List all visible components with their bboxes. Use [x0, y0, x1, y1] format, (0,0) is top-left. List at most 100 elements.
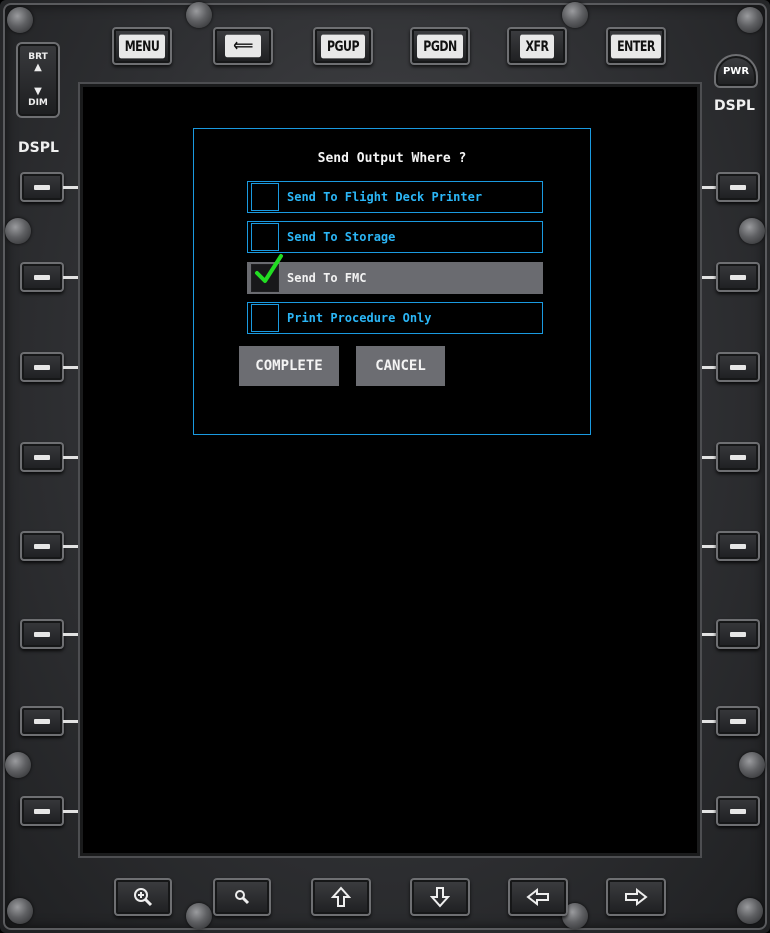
left-line-select-key-4[interactable] — [20, 442, 64, 472]
dash-icon — [730, 543, 746, 549]
screw — [739, 752, 765, 778]
lsk-indicator — [698, 186, 718, 189]
right-line-select-key-1[interactable] — [716, 172, 760, 202]
back-key[interactable]: ⟸ — [213, 27, 273, 65]
arrow-left-icon — [526, 888, 549, 906]
checkbox[interactable] — [251, 304, 279, 332]
right-line-select-key-2[interactable] — [716, 262, 760, 292]
zoom-in-icon — [134, 888, 153, 907]
xfr-key-label: XFR — [519, 34, 555, 58]
dash-icon — [730, 454, 746, 460]
arrow-up-icon — [331, 886, 351, 907]
arrow-right-key[interactable] — [606, 878, 666, 916]
dialog-title: Send Output Where ? — [317, 151, 467, 166]
dash-icon — [34, 364, 50, 370]
left-line-select-key-3[interactable] — [20, 352, 64, 382]
option-label: Send To Storage — [287, 230, 396, 244]
lsk-indicator — [63, 366, 83, 369]
option-print-procedure[interactable]: Print Procedure Only — [247, 302, 543, 334]
screw — [562, 2, 588, 28]
left-line-select-key-5[interactable] — [20, 531, 64, 561]
left-line-select-key-7[interactable] — [20, 706, 64, 736]
screw — [739, 218, 765, 244]
back-arrow-icon: ⟸ — [225, 34, 261, 58]
dash-icon — [730, 808, 746, 814]
xfr-key[interactable]: XFR — [507, 27, 567, 65]
lsk-indicator — [63, 633, 83, 636]
arrow-left-key[interactable] — [508, 878, 568, 916]
screw — [7, 7, 33, 33]
dash-icon — [34, 631, 50, 637]
dash-icon — [34, 543, 50, 549]
left-line-select-key-1[interactable] — [20, 172, 64, 202]
dash-icon — [34, 808, 50, 814]
option-label: Send To Flight Deck Printer — [287, 190, 483, 204]
checkbox[interactable] — [251, 223, 279, 251]
pgdn-key-label: PGDN — [417, 34, 463, 58]
screw — [5, 218, 31, 244]
dash-icon — [34, 454, 50, 460]
zoom-out-key[interactable] — [213, 878, 271, 916]
screw — [737, 898, 763, 924]
send-output-dialog: Send Output Where ? Send To Flight Deck … — [193, 128, 591, 435]
right-dspl-label: DSPL — [714, 98, 755, 114]
option-label: Send To FMC — [287, 271, 367, 285]
lsk-indicator — [698, 456, 718, 459]
lsk-indicator — [63, 456, 83, 459]
screw — [186, 903, 212, 929]
enter-key[interactable]: ENTER — [606, 27, 666, 65]
screw — [5, 752, 31, 778]
arrow-right-icon — [625, 888, 648, 906]
option-storage[interactable]: Send To Storage — [247, 221, 543, 253]
right-line-select-key-4[interactable] — [716, 442, 760, 472]
right-line-select-key-8[interactable] — [716, 796, 760, 826]
arrow-up-key[interactable] — [311, 878, 371, 916]
left-line-select-key-2[interactable] — [20, 262, 64, 292]
pgup-key[interactable]: PGUP — [313, 27, 373, 65]
right-line-select-key-5[interactable] — [716, 531, 760, 561]
menu-key[interactable]: MENU — [112, 27, 172, 65]
lsk-indicator — [698, 810, 718, 813]
lsk-indicator — [63, 545, 83, 548]
complete-button[interactable]: COMPLETE — [239, 346, 339, 386]
dash-icon — [34, 718, 50, 724]
lsk-indicator — [63, 186, 83, 189]
screw — [7, 898, 33, 924]
arrow-down-icon — [430, 887, 450, 908]
check-mark-icon — [255, 254, 283, 283]
pgup-key-label: PGUP — [320, 34, 366, 58]
lsk-indicator — [63, 276, 83, 279]
menu-key-label: MENU — [118, 34, 166, 58]
lsk-indicator — [63, 720, 83, 723]
lsk-indicator — [698, 276, 718, 279]
dim-label: DIM — [28, 98, 48, 108]
enter-key-label: ENTER — [611, 34, 661, 58]
pgdn-key[interactable]: PGDN — [410, 27, 470, 65]
brt-up-icon: ▲ — [34, 62, 42, 73]
option-flight-deck-printer[interactable]: Send To Flight Deck Printer — [247, 181, 543, 213]
zoom-in-key[interactable] — [114, 878, 172, 916]
right-line-select-key-7[interactable] — [716, 706, 760, 736]
zoom-out-icon — [235, 890, 250, 905]
lsk-indicator — [698, 366, 718, 369]
option-fmc[interactable]: Send To FMC — [247, 254, 543, 294]
dash-icon — [730, 631, 746, 637]
pwr-label: PWR — [722, 65, 750, 77]
dash-icon — [730, 364, 746, 370]
brightness-control[interactable]: BRT ▲ ▼ DIM — [16, 42, 60, 118]
checkbox[interactable] — [251, 183, 279, 211]
dash-icon — [730, 718, 746, 724]
checkbox[interactable] — [251, 254, 283, 292]
arrow-down-key[interactable] — [410, 878, 470, 916]
lsk-indicator — [698, 545, 718, 548]
cancel-button[interactable]: CANCEL — [356, 346, 445, 386]
left-line-select-key-6[interactable] — [20, 619, 64, 649]
right-line-select-key-6[interactable] — [716, 619, 760, 649]
dim-down-icon: ▼ — [34, 86, 42, 97]
dash-icon — [34, 184, 50, 190]
option-label: Print Procedure Only — [287, 311, 432, 325]
left-line-select-key-8[interactable] — [20, 796, 64, 826]
dash-icon — [730, 184, 746, 190]
brt-label: BRT — [28, 52, 48, 62]
right-line-select-key-3[interactable] — [716, 352, 760, 382]
